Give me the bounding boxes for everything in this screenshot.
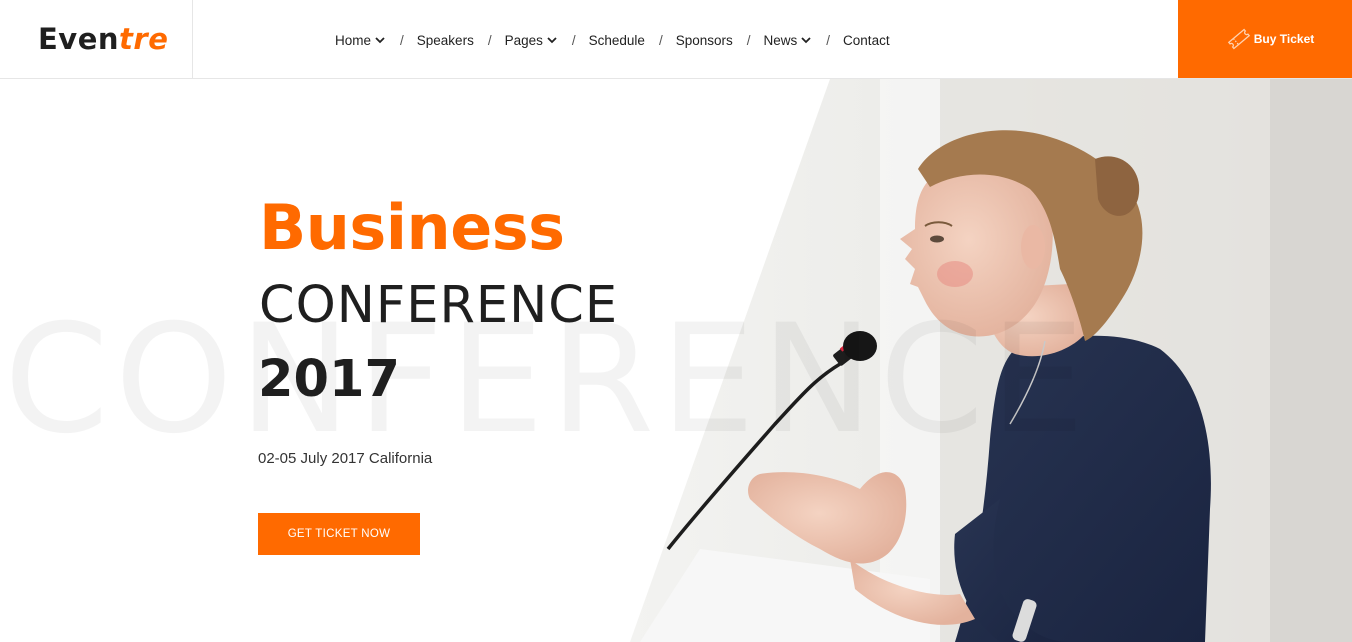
logo-container: Eventre xyxy=(0,0,193,78)
hero-title-line1: Business xyxy=(259,191,565,264)
main-nav: Home / Speakers / Pages / Schedule / Spo… xyxy=(335,30,890,50)
hero-section: CONFERENCE Business CONFERENCE 2017 02-0… xyxy=(0,79,1352,642)
nav-item-label: Sponsors xyxy=(675,32,733,48)
nav-item-label: Pages xyxy=(504,32,543,48)
hero-title-line3: 2017 xyxy=(258,350,400,409)
nav-separator: / xyxy=(400,32,404,48)
nav-item-sponsors[interactable]: Sponsors xyxy=(676,33,733,48)
get-ticket-button[interactable]: GET TICKET NOW xyxy=(258,513,420,555)
nav-separator: / xyxy=(571,32,576,48)
ticket-icon xyxy=(1226,26,1252,52)
hero-date-location: 02-05 July 2017 California xyxy=(258,450,433,467)
chevron-down-icon xyxy=(374,34,386,46)
nav-item-contact[interactable]: Contact xyxy=(843,33,890,48)
site-header: Eventre Home / Speakers / Pages / Schedu… xyxy=(0,0,1352,79)
nav-item-label: Schedule xyxy=(588,32,645,48)
nav-item-label: Home xyxy=(335,32,372,48)
chevron-down-icon xyxy=(546,34,558,46)
nav-separator: / xyxy=(658,32,663,48)
chevron-down-icon xyxy=(800,34,812,46)
buy-ticket-button[interactable]: Buy Ticket xyxy=(1178,0,1352,78)
nav-separator: / xyxy=(487,32,492,48)
nav-item-label: News xyxy=(763,32,798,48)
buy-ticket-label: Buy Ticket xyxy=(1253,32,1315,46)
nav-item-pages[interactable]: Pages xyxy=(505,33,558,48)
site-logo[interactable]: Eventre xyxy=(38,22,168,56)
nav-separator: / xyxy=(746,32,751,48)
nav-item-home[interactable]: Home xyxy=(335,33,386,48)
nav-item-schedule[interactable]: Schedule xyxy=(589,33,645,48)
logo-text-primary: Even xyxy=(38,22,120,56)
hero-title-line2: CONFERENCE xyxy=(259,276,619,335)
nav-item-news[interactable]: News xyxy=(764,33,813,48)
nav-item-label: Contact xyxy=(843,32,890,48)
nav-item-speakers[interactable]: Speakers xyxy=(417,33,474,48)
logo-text-accent: tre xyxy=(119,22,169,56)
nav-separator: / xyxy=(826,32,831,48)
nav-item-label: Speakers xyxy=(416,32,474,48)
